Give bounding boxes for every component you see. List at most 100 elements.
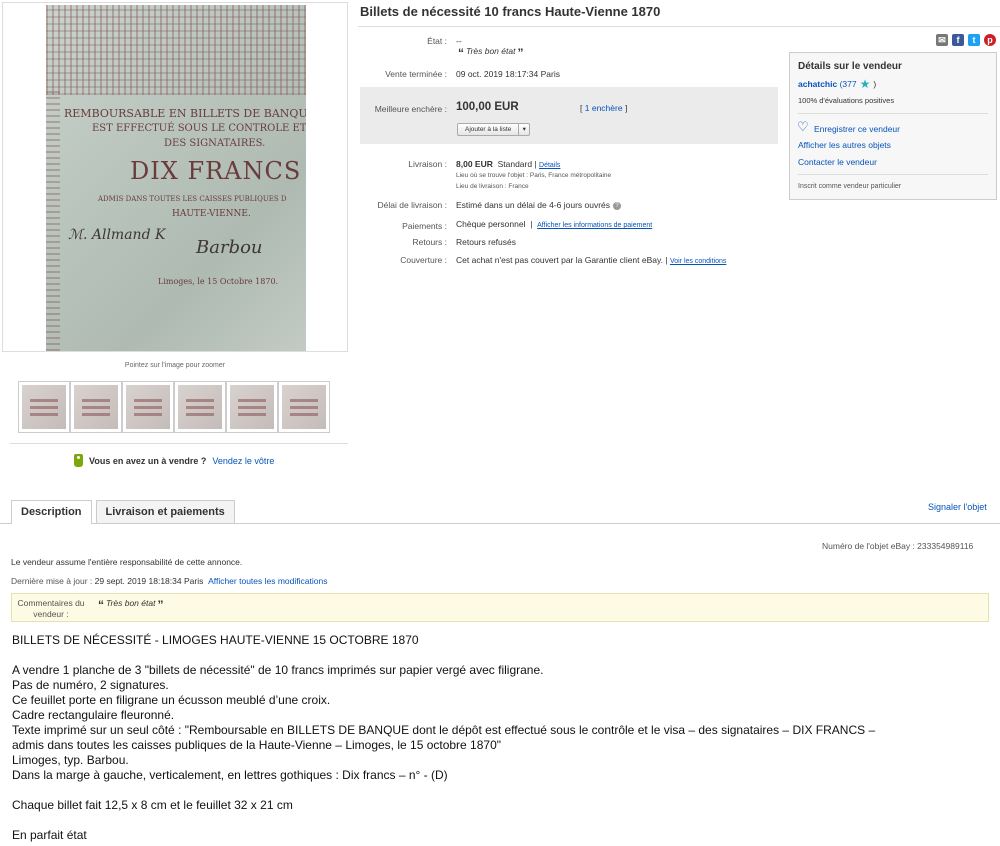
description-line: Limoges, typ. Barbou. bbox=[12, 753, 129, 767]
seller-heading: Détails sur le vendeur bbox=[798, 61, 902, 72]
thumbnail-4[interactable] bbox=[174, 381, 226, 433]
payment-label: Paiements : bbox=[402, 221, 447, 231]
tab-description[interactable]: Description bbox=[11, 500, 92, 524]
description-heading: BILLETS DE NÉCESSITÉ - LIMOGES HAUTE-VIE… bbox=[12, 633, 419, 647]
contact-seller-link[interactable]: Contacter le vendeur bbox=[798, 157, 877, 167]
zoom-hint: Pointez sur l'image pour zoomer bbox=[124, 362, 226, 369]
save-seller-row[interactable]: Enregistrer ce vendeur bbox=[797, 120, 900, 135]
shipping-label: Livraison : bbox=[408, 159, 447, 169]
divider bbox=[798, 113, 988, 114]
shipping-service: Standard bbox=[497, 159, 533, 169]
facebook-icon[interactable]: f bbox=[952, 34, 964, 46]
seller-name-row: achatchic (377 ★) bbox=[798, 77, 877, 91]
delivery-value: Estimé dans un délai de 4-6 jours ouvrés… bbox=[456, 200, 622, 210]
description-line: Texte imprimé sur un seul côté : "Rembou… bbox=[12, 723, 876, 737]
shipping-details-link[interactable]: Détails bbox=[539, 162, 560, 169]
positive-feedback: 100% d'évaluations positives bbox=[798, 96, 895, 105]
photo-text-4: DIX FRANCS bbox=[130, 157, 302, 185]
responsibility-note: Le vendeur assume l'entière responsabili… bbox=[11, 557, 243, 567]
chevron-down-icon[interactable]: ▾ bbox=[519, 123, 531, 136]
payment-info-link[interactable]: Afficher les informations de paiement bbox=[537, 222, 652, 229]
description-line: Pas de numéro, 2 signatures. bbox=[12, 678, 169, 692]
add-to-watchlist-button[interactable]: Ajouter à la liste ▾ bbox=[457, 123, 531, 136]
bid-count: [ 1 enchère ] bbox=[580, 103, 628, 113]
tab-shipping-payments[interactable]: Livraison et paiements bbox=[95, 500, 235, 523]
seller-name-link[interactable]: achatchic bbox=[798, 79, 837, 89]
thumbnail-strip bbox=[18, 381, 331, 435]
last-update: Dernière mise à jour : 29 sept. 2019 18:… bbox=[11, 576, 328, 586]
sell-yours-link[interactable]: Vendez le vôtre bbox=[212, 456, 274, 466]
ornament-border-left bbox=[46, 90, 60, 351]
payment-value: Chèque personnel | Afficher les informat… bbox=[456, 219, 653, 229]
condition-label: État : bbox=[427, 36, 447, 46]
bid-count-link[interactable]: 1 enchère bbox=[585, 103, 623, 113]
main-image[interactable]: REMBOURSABLE EN BILLETS DE BANQUE, D EST… bbox=[2, 2, 348, 352]
signature-right: Barbou bbox=[196, 237, 263, 258]
photo-text-1: REMBOURSABLE EN BILLETS DE BANQUE, D bbox=[64, 107, 306, 120]
shipping-price: 8,00 EUR bbox=[456, 159, 493, 169]
shipping-value: 8,00 EUR Standard | Détails bbox=[456, 159, 561, 169]
seller-type: Inscrit comme vendeur particulier bbox=[798, 183, 902, 190]
other-items-link[interactable]: Afficher les autres objets bbox=[798, 140, 891, 150]
delivery-label: Délai de livraison : bbox=[377, 200, 447, 210]
seller-box: Détails sur le vendeur achatchic (377 ★) … bbox=[789, 52, 997, 200]
description-line: Dans la marge à gauche, verticalement, e… bbox=[12, 768, 448, 782]
description-line: A vendre 1 planche de 3 "billets de néce… bbox=[12, 663, 544, 677]
item-title: Billets de nécessité 10 francs Haute-Vie… bbox=[360, 4, 661, 19]
ended-label: Vente terminée : bbox=[385, 69, 447, 79]
report-item-link[interactable]: Signaler l'objet bbox=[928, 502, 987, 512]
coverage-value: Cet achat n'est pas couvert par la Garan… bbox=[456, 255, 727, 265]
best-bid-value: 100,00 EUR bbox=[456, 101, 519, 113]
sell-one-row: Vous en avez un à vendre ? Vendez le vôt… bbox=[74, 454, 274, 467]
thumbnail-1[interactable] bbox=[18, 381, 70, 433]
returns-value: Retours refusés bbox=[456, 237, 516, 247]
bid-box bbox=[360, 87, 778, 144]
ornament-border bbox=[46, 5, 306, 95]
returns-label: Retours : bbox=[412, 237, 448, 247]
signature-left: ℳ. Allmand K bbox=[68, 227, 166, 243]
sell-question: Vous en avez un à vendre ? bbox=[89, 455, 207, 466]
comments-value: “Très bon état” bbox=[98, 598, 164, 612]
photo-text-2: EST EFFECTUÉ SOUS LE CONTROLE ET L bbox=[92, 123, 306, 134]
description-line: Ce feuillet porte en filigrane un écusso… bbox=[12, 693, 331, 707]
show-changes-link[interactable]: Afficher toutes les modifications bbox=[208, 576, 327, 586]
watchlist-label[interactable]: Ajouter à la liste bbox=[457, 123, 520, 136]
see-conditions-link[interactable]: Voir les conditions bbox=[670, 258, 726, 265]
heart-icon bbox=[797, 120, 809, 135]
banknote-photo: REMBOURSABLE EN BILLETS DE BANQUE, D EST… bbox=[46, 5, 306, 351]
thumbnail-2[interactable] bbox=[70, 381, 122, 433]
photo-text-3: DES SIGNATAIRES. bbox=[164, 138, 266, 149]
description-condition: En parfait état bbox=[12, 828, 87, 842]
item-number: Numéro de l'objet eBay : 233354989116 bbox=[822, 541, 974, 551]
thumbnail-6[interactable] bbox=[278, 381, 330, 433]
photo-text-5: ADMIS DANS TOUTES LES CAISSES PUBLIQUES … bbox=[98, 195, 287, 203]
comments-label: Commentaires du vendeur : bbox=[17, 598, 85, 619]
seller-comments-box: Commentaires du vendeur : “Très bon état… bbox=[11, 593, 989, 622]
tab-bar: Description Livraison et paiements bbox=[11, 500, 239, 524]
ended-value: 09 oct. 2019 18:17:34 Paris bbox=[456, 69, 560, 79]
twitter-icon[interactable]: t bbox=[968, 34, 980, 46]
save-seller-link[interactable]: Enregistrer ce vendeur bbox=[814, 124, 900, 134]
feedback-count[interactable]: (377 bbox=[840, 79, 857, 89]
description-size: Chaque billet fait 12,5 x 8 cm et le feu… bbox=[12, 798, 293, 812]
divider bbox=[798, 174, 988, 175]
description-line: admis dans toutes les caisses publiques … bbox=[12, 738, 502, 752]
divider bbox=[358, 26, 1000, 27]
info-icon[interactable]: ? bbox=[613, 202, 622, 210]
condition-value: -- bbox=[456, 36, 462, 46]
email-icon[interactable]: ✉ bbox=[936, 34, 948, 46]
coverage-label: Couverture : bbox=[400, 255, 447, 265]
best-bid-label: Meilleure enchère : bbox=[374, 104, 447, 114]
item-description: BILLETS DE NÉCESSITÉ - LIMOGES HAUTE-VIE… bbox=[12, 633, 988, 843]
thumbnail-3[interactable] bbox=[122, 381, 174, 433]
ship-to: Lieu de livraison : France bbox=[456, 183, 529, 190]
condition-quote: “Très bon état” bbox=[458, 46, 524, 60]
thumbnail-5[interactable] bbox=[226, 381, 278, 433]
price-tag-icon bbox=[74, 454, 83, 467]
description-line: Cadre rectangulaire fleuronné. bbox=[12, 708, 175, 722]
star-icon: ★ bbox=[859, 77, 871, 91]
photo-text-7: Limoges, le 15 Octobre 1870. bbox=[158, 277, 279, 286]
photo-text-6: HAUTE-VIENNE. bbox=[172, 209, 251, 219]
divider bbox=[10, 443, 348, 444]
pinterest-icon[interactable]: p bbox=[984, 34, 996, 46]
